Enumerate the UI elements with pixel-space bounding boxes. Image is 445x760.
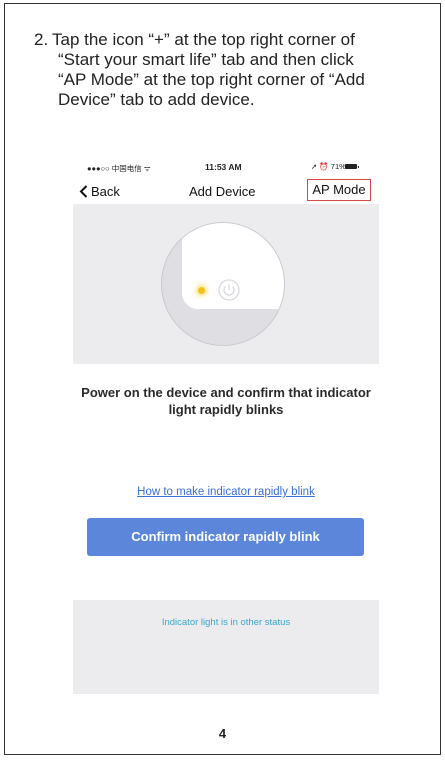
power-icon bbox=[218, 279, 240, 301]
bottom-panel: Indicator light is in other status bbox=[73, 600, 379, 694]
instruction-line-3: “AP Mode” at the top right corner of “Ad… bbox=[58, 70, 365, 89]
nav-bar: Back Add Device AP Mode bbox=[73, 178, 379, 204]
carrier-signal: ●●●○○ 中国电信 ᯤ bbox=[87, 164, 151, 173]
status-time: 11:53 AM bbox=[205, 162, 242, 172]
battery-icon bbox=[345, 164, 359, 169]
chevron-left-icon bbox=[79, 185, 88, 198]
instruction-line-1: Tap the icon “+” at the top right corner… bbox=[52, 30, 355, 49]
status-indicators: ➚ ⏰ 71% bbox=[311, 162, 346, 171]
howto-link[interactable]: How to make indicator rapidly blink bbox=[73, 486, 379, 498]
other-status-link[interactable]: Indicator light is in other status bbox=[73, 617, 379, 628]
step-number: 2. bbox=[34, 30, 49, 49]
device-illustration bbox=[73, 204, 379, 364]
page-number: 4 bbox=[218, 726, 227, 741]
phone-screenshot: ●●●○○ 中国电信 ᯤ 11:53 AM ➚ ⏰ 71% Back Add D… bbox=[73, 156, 379, 694]
device-circle bbox=[161, 222, 285, 346]
status-bar: ●●●○○ 中国电信 ᯤ 11:53 AM ➚ ⏰ 71% bbox=[73, 156, 379, 178]
back-button[interactable]: Back bbox=[79, 184, 120, 199]
back-label: Back bbox=[91, 184, 120, 199]
ap-mode-button[interactable]: AP Mode bbox=[307, 179, 371, 201]
power-on-message: Power on the device and confirm that ind… bbox=[81, 385, 371, 417]
nav-title: Add Device bbox=[189, 184, 256, 199]
instruction-line-4: Device” tab to add device. bbox=[58, 90, 255, 109]
indicator-light-icon bbox=[198, 287, 205, 294]
instruction-line-2: “Start your smart life” tab and then cli… bbox=[58, 50, 354, 69]
confirm-blink-button[interactable]: Confirm indicator rapidly blink bbox=[87, 518, 364, 556]
